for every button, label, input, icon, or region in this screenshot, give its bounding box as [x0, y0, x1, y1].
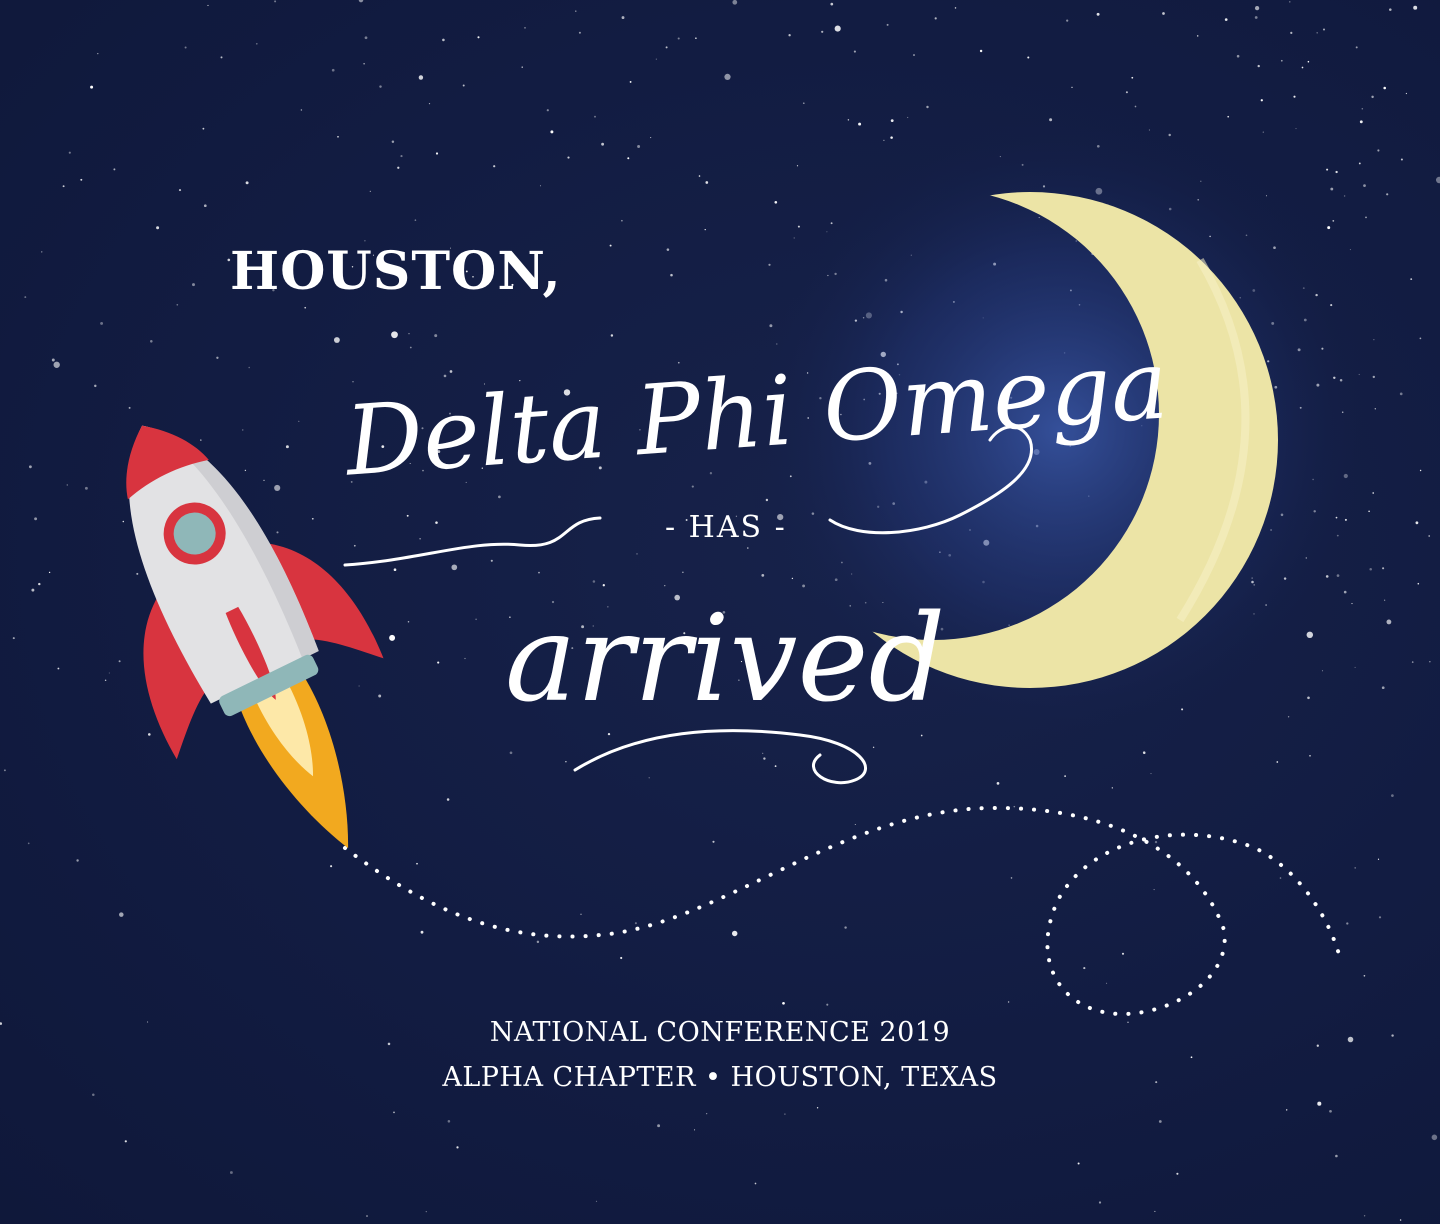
poster: HOUSTON, Delta Phi Omega - HAS - arrived…	[0, 0, 1440, 1224]
houston-heading: HOUSTON,	[230, 241, 562, 302]
conference-line: NATIONAL CONFERENCE 2019	[489, 1017, 951, 1048]
chapter-location-line: ALPHA CHAPTER • HOUSTON, TEXAS	[442, 1062, 998, 1093]
has-connector: - HAS -	[665, 510, 787, 545]
arrived-heading: arrived	[505, 590, 946, 729]
